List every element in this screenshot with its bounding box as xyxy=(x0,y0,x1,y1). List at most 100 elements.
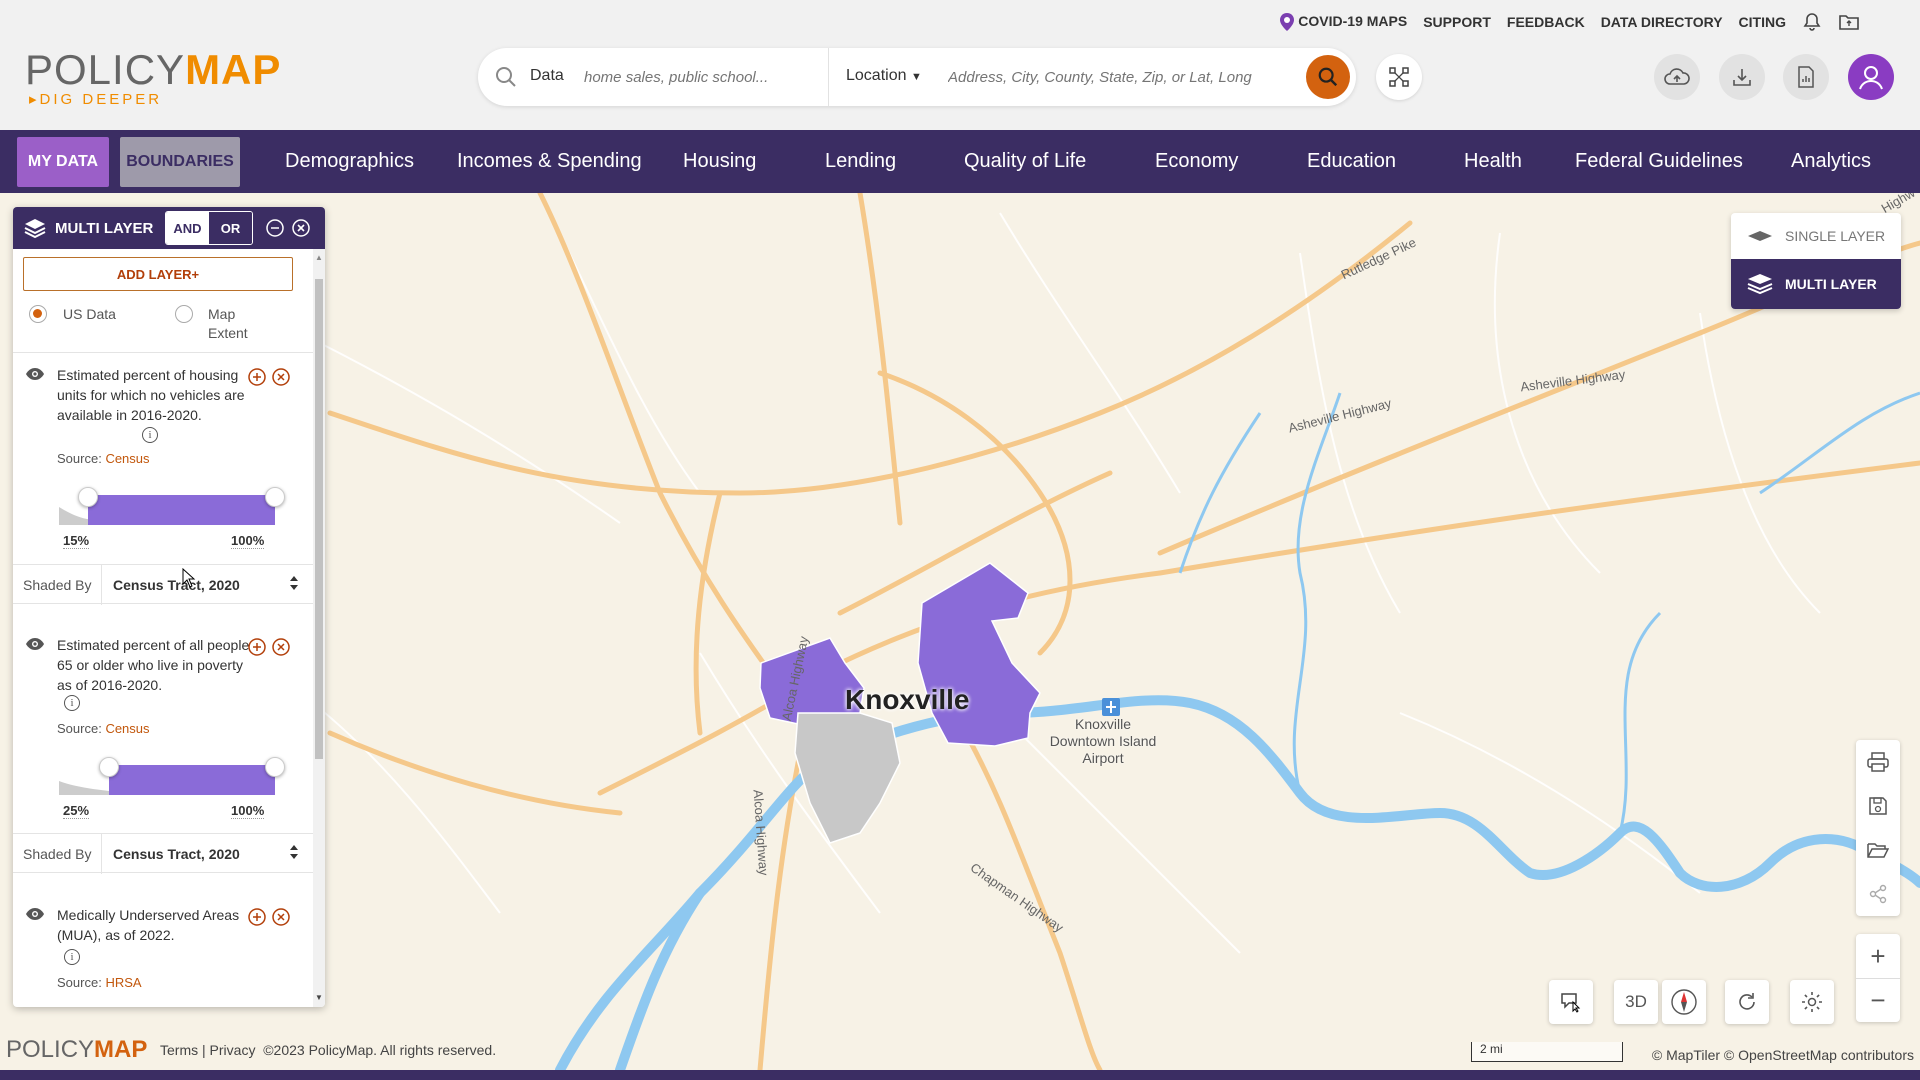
nav-lending[interactable]: Lending xyxy=(825,150,896,173)
remove-circle-icon[interactable] xyxy=(271,637,291,657)
add-circle-icon[interactable] xyxy=(247,637,267,657)
multi-layer-button[interactable]: MULTI LAYER xyxy=(1731,259,1901,309)
logo-policy-text: POLICY xyxy=(25,46,186,93)
add-layer-button[interactable]: ADD LAYER+ xyxy=(23,257,293,291)
slider-max-handle[interactable] xyxy=(265,487,285,507)
info-icon[interactable]: i xyxy=(64,695,80,711)
report-button[interactable] xyxy=(1783,54,1829,100)
search-icon xyxy=(496,67,516,87)
source-prefix: Source: xyxy=(57,975,102,990)
and-button[interactable]: AND xyxy=(166,212,209,244)
select-pointer-icon xyxy=(1561,993,1581,1013)
panel-header: MULTI LAYER AND OR xyxy=(13,207,325,249)
nav-federal-guidelines[interactable]: Federal Guidelines xyxy=(1575,150,1743,173)
network-share-button[interactable] xyxy=(1376,54,1422,100)
layer-title: Medically Underserved Areas (MUA), as of… xyxy=(57,907,240,943)
or-button[interactable]: OR xyxy=(209,212,252,244)
close-icon[interactable] xyxy=(291,218,311,238)
zoom-out-button[interactable]: − xyxy=(1856,978,1900,1022)
info-icon[interactable]: i xyxy=(64,949,80,965)
single-layer-icon xyxy=(1748,231,1772,241)
map-attribution[interactable]: © MapTiler © OpenStreetMap contributors xyxy=(1652,1047,1914,1063)
nav-health[interactable]: Health xyxy=(1464,150,1522,173)
bell-icon[interactable] xyxy=(1802,12,1822,32)
eye-icon[interactable] xyxy=(25,367,45,381)
report-icon xyxy=(1798,66,1814,88)
3d-toggle-button[interactable]: 3D xyxy=(1614,980,1658,1024)
source-link[interactable]: Census xyxy=(105,721,149,736)
nav-analytics[interactable]: Analytics xyxy=(1791,150,1871,173)
settings-button[interactable] xyxy=(1790,980,1834,1024)
nav-housing[interactable]: Housing xyxy=(683,150,756,173)
data-search-input[interactable] xyxy=(584,66,804,88)
mouse-cursor-icon xyxy=(182,568,196,588)
citing-link[interactable]: CITING xyxy=(1739,14,1786,30)
zoom-in-button[interactable]: + xyxy=(1856,934,1900,978)
minimize-icon[interactable] xyxy=(265,218,285,238)
location-dropdown[interactable]: Location ▼ xyxy=(846,67,922,85)
divider xyxy=(101,565,102,605)
nav-economy[interactable]: Economy xyxy=(1155,150,1238,173)
user-avatar[interactable] xyxy=(1848,54,1894,100)
download-icon xyxy=(1733,69,1751,86)
add-circle-icon[interactable] xyxy=(247,367,267,387)
source-prefix: Source: xyxy=(57,451,102,466)
covid-maps-link[interactable]: COVID-19 MAPS xyxy=(1280,13,1407,32)
open-folder-button[interactable] xyxy=(1856,828,1900,872)
privacy-link[interactable]: Privacy xyxy=(210,1042,256,1058)
remove-circle-icon[interactable] xyxy=(271,367,291,387)
rotate-button[interactable] xyxy=(1725,980,1769,1024)
boundaries-tab[interactable]: BOUNDARIES xyxy=(120,137,240,187)
footer-links: Terms | Privacy ©2023 PolicyMap. All rig… xyxy=(160,1042,497,1058)
print-button[interactable] xyxy=(1856,740,1900,784)
slider-min-handle[interactable] xyxy=(99,757,119,777)
nav-demographics[interactable]: Demographics xyxy=(285,150,414,173)
terms-link[interactable]: Terms xyxy=(160,1042,198,1058)
shaded-by-value: Census Tract, 2020 xyxy=(113,577,240,593)
download-button[interactable] xyxy=(1719,54,1765,100)
my-data-tab[interactable]: MY DATA xyxy=(17,137,109,187)
compass-button[interactable] xyxy=(1662,980,1706,1024)
nav-quality-of-life[interactable]: Quality of Life xyxy=(964,150,1086,173)
save-button[interactable] xyxy=(1856,784,1900,828)
scroll-up-icon[interactable]: ▲ xyxy=(315,253,323,262)
range-slider[interactable] xyxy=(59,487,285,525)
radio-map-extent[interactable] xyxy=(175,305,193,323)
source-link[interactable]: Census xyxy=(105,451,149,466)
support-link[interactable]: SUPPORT xyxy=(1423,14,1491,30)
single-layer-button[interactable]: SINGLE LAYER xyxy=(1731,213,1901,259)
layer-item: Estimated percent of housing units for w… xyxy=(13,365,313,555)
search-button[interactable] xyxy=(1306,55,1350,99)
range-slider[interactable] xyxy=(59,757,285,795)
folder-icon[interactable] xyxy=(1838,12,1860,32)
info-icon[interactable]: i xyxy=(142,427,158,443)
print-icon xyxy=(1867,752,1889,772)
nav-education[interactable]: Education xyxy=(1307,150,1396,173)
share-button[interactable] xyxy=(1856,872,1900,916)
location-search-input[interactable] xyxy=(948,66,1278,88)
scroll-thumb[interactable] xyxy=(315,279,323,759)
add-circle-icon[interactable] xyxy=(247,907,267,927)
layer-source: Source: Census xyxy=(57,451,150,466)
cloud-upload-button[interactable] xyxy=(1654,54,1700,100)
scroll-down-icon[interactable]: ▼ xyxy=(315,993,323,1002)
radio-us-data[interactable] xyxy=(29,305,47,323)
divider xyxy=(101,834,102,874)
panel-scrollbar[interactable]: ▲ ▼ xyxy=(313,249,325,1007)
slider-min-handle[interactable] xyxy=(78,487,98,507)
source-link[interactable]: HRSA xyxy=(105,975,141,990)
feedback-link[interactable]: FEEDBACK xyxy=(1507,14,1585,30)
nav-incomes-spending[interactable]: Incomes & Spending xyxy=(457,150,642,173)
policymap-logo[interactable]: POLICYMAP ▸DIG DEEPER xyxy=(25,49,281,109)
slider-max-handle[interactable] xyxy=(265,757,285,777)
remove-circle-icon[interactable] xyxy=(271,907,291,927)
eye-icon[interactable] xyxy=(25,907,45,921)
shaded-by-select[interactable]: Shaded By Census Tract, 2020 xyxy=(13,564,313,605)
slider-fill xyxy=(88,495,275,525)
eye-icon[interactable] xyxy=(25,637,45,651)
folder-open-icon xyxy=(1867,843,1889,858)
shaded-by-select[interactable]: Shaded By Census Tract, 2020 xyxy=(13,833,313,874)
data-directory-link[interactable]: DATA DIRECTORY xyxy=(1601,14,1723,30)
select-area-button[interactable] xyxy=(1549,980,1593,1024)
network-icon xyxy=(1389,67,1409,87)
